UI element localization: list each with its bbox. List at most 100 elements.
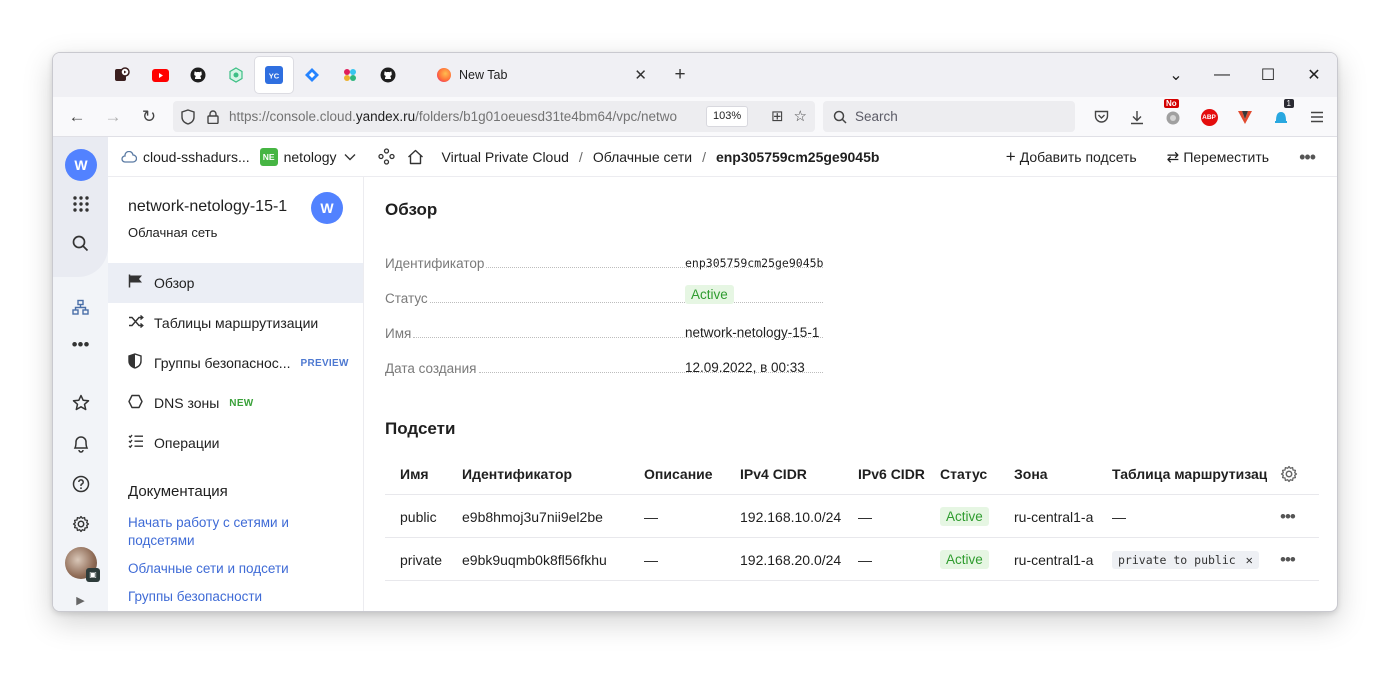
- list-all-tabs-icon[interactable]: ⌄: [1153, 65, 1199, 85]
- menu-icon[interactable]: [1299, 105, 1335, 129]
- yandex-cloud-console: W ••• ▣ ▶ cloud-sshadurs... NE netology …: [53, 137, 1337, 611]
- settings-gear-icon[interactable]: [53, 515, 108, 538]
- row-actions-icon[interactable]: •••: [1280, 495, 1296, 538]
- search-icon[interactable]: [53, 235, 108, 257]
- column-header[interactable]: Имя: [400, 452, 429, 495]
- count-badge: 1: [1283, 99, 1294, 108]
- tracking-protection-icon[interactable]: [181, 108, 195, 125]
- left-rail: W ••• ▣ ▶: [53, 137, 108, 611]
- pocket-icon[interactable]: [1083, 105, 1119, 129]
- column-header[interactable]: Статус: [940, 452, 987, 495]
- add-subnet-label: Добавить подсеть: [1019, 149, 1137, 165]
- more-actions-icon[interactable]: •••: [1299, 147, 1316, 168]
- forward-icon[interactable]: →: [95, 107, 131, 127]
- home-icon[interactable]: [407, 149, 424, 165]
- sidebar-item-overview[interactable]: Обзор: [108, 263, 363, 303]
- downloads-icon[interactable]: [1119, 105, 1155, 129]
- firefox-icon: [437, 68, 451, 82]
- pinned-tab-yandex-cloud[interactable]: YC: [255, 57, 293, 93]
- more-services-icon[interactable]: •••: [53, 335, 108, 355]
- pinned-tab-slack[interactable]: [331, 57, 369, 93]
- no-script-extension-icon[interactable]: No: [1155, 99, 1191, 129]
- vpc-network-icon[interactable]: [53, 299, 108, 321]
- pinned-tab-github[interactable]: [179, 57, 217, 93]
- folder-badge: NE: [259, 147, 278, 166]
- sidebar-item-label: Операции: [154, 435, 220, 451]
- bookmark-star-icon[interactable]: ☆: [794, 107, 807, 125]
- tab-new-tab[interactable]: New Tab ✕: [427, 57, 657, 93]
- breadcrumb-networks[interactable]: Облачные сети: [593, 149, 692, 165]
- sidebar-item-label: Группы безопаснос...: [154, 355, 291, 371]
- move-button[interactable]: ⇄ Переместить: [1167, 148, 1269, 166]
- help-icon[interactable]: [53, 475, 108, 498]
- doc-link-security-groups[interactable]: Группы безопасности: [128, 588, 338, 606]
- pinned-tab-github-2[interactable]: [369, 57, 407, 93]
- zoom-level-badge[interactable]: 103%: [706, 106, 749, 127]
- remove-route-table-icon[interactable]: ✕: [1246, 553, 1253, 567]
- maximize-icon[interactable]: ☐: [1245, 65, 1291, 85]
- column-header[interactable]: Зона: [1014, 452, 1048, 495]
- extension-icon: [229, 67, 243, 83]
- column-header[interactable]: IPv4 CIDR: [740, 452, 807, 495]
- table-row[interactable]: public e9b8hmoj3u7nii9el2be — 192.168.10…: [385, 495, 1319, 538]
- move-label: Переместить: [1183, 149, 1270, 165]
- network-id-value: enp305759cm25ge9045b: [685, 256, 824, 270]
- status-badge: Active: [685, 285, 734, 304]
- column-header[interactable]: Идентификатор: [462, 452, 572, 495]
- reload-icon[interactable]: ↻: [131, 107, 167, 127]
- lock-icon[interactable]: [207, 109, 219, 124]
- cloud-selector[interactable]: cloud-sshadurs...: [143, 149, 250, 165]
- table-row[interactable]: private e9bk9uqmb0k8fl56fkhu — 192.168.2…: [385, 538, 1319, 581]
- minimize-icon[interactable]: —: [1199, 66, 1245, 84]
- services-grid-icon[interactable]: [53, 195, 108, 218]
- subnet-route-table: —: [1112, 508, 1126, 525]
- table-header: Имя Идентификатор Описание IPv4 CIDR IPv…: [385, 452, 1319, 495]
- favorites-star-icon[interactable]: [53, 394, 108, 417]
- search-input[interactable]: Search: [823, 101, 1075, 132]
- column-settings-gear-icon[interactable]: [1280, 452, 1298, 495]
- notifications-bell-icon[interactable]: [53, 435, 108, 458]
- column-header[interactable]: Таблица маршрутизаци: [1112, 452, 1267, 495]
- doc-link-networks-subnets[interactable]: Облачные сети и подсети: [128, 560, 338, 578]
- sidebar-item-security-groups[interactable]: Группы безопаснос... PREVIEW: [108, 343, 363, 383]
- yandex-cloud-logo-icon[interactable]: W: [65, 149, 97, 181]
- search-placeholder: Search: [855, 109, 898, 124]
- new-tab-button[interactable]: +: [665, 64, 695, 86]
- shuffle-icon: [128, 314, 154, 332]
- adblock-plus-icon[interactable]: ABP: [1191, 105, 1227, 129]
- sidebar-item-route-tables[interactable]: Таблицы маршрутизации: [108, 303, 363, 343]
- column-header[interactable]: Описание: [644, 452, 713, 495]
- url-domain: yandex.ru: [355, 109, 416, 124]
- row-actions-icon[interactable]: •••: [1280, 538, 1296, 581]
- back-icon[interactable]: ←: [59, 107, 95, 127]
- user-avatar[interactable]: ▣: [65, 547, 100, 582]
- field-key: Дата создания: [385, 360, 477, 376]
- column-header[interactable]: IPv6 CIDR: [858, 452, 925, 495]
- doc-link-getting-started[interactable]: Начать работу с сетями и подсетями: [128, 514, 338, 550]
- tab-close-icon[interactable]: ✕: [634, 66, 647, 84]
- breadcrumb-current-network: enp305759cm25ge9045b: [715, 148, 880, 165]
- pinned-tab-youtube[interactable]: [141, 57, 179, 93]
- url-bar[interactable]: https://console.cloud. yandex.ru/folders/…: [173, 101, 815, 132]
- reader-view-icon[interactable]: ⊞: [771, 107, 784, 125]
- add-subnet-button[interactable]: + Добавить подсеть: [1006, 147, 1137, 167]
- folder-selector[interactable]: netology: [284, 149, 337, 165]
- chevron-down-icon[interactable]: [344, 153, 356, 161]
- route-table-tag[interactable]: private to public ✕: [1112, 550, 1259, 569]
- window-close-icon[interactable]: ✕: [1291, 65, 1337, 85]
- main-content: Обзор Идентификатор enp305759cm25ge9045b…: [364, 177, 1337, 611]
- pinned-tab-jira[interactable]: [293, 57, 331, 93]
- sidebar-item-operations[interactable]: Операции: [108, 423, 363, 463]
- documentation-heading: Документация: [128, 483, 228, 500]
- vivaldi-extension-icon[interactable]: [1227, 105, 1263, 129]
- field-key: Идентификатор: [385, 255, 485, 271]
- breadcrumb-vpc[interactable]: Virtual Private Cloud: [442, 149, 569, 165]
- sidebar-item-dns-zones[interactable]: DNS зоны NEW: [108, 383, 363, 423]
- notification-extension-icon[interactable]: 1: [1263, 99, 1299, 129]
- tab-title: New Tab: [459, 68, 508, 82]
- service-hub-icon[interactable]: [377, 148, 395, 165]
- pinned-tab-extension[interactable]: [217, 57, 255, 93]
- list-icon: [128, 434, 154, 452]
- pinned-tab-media[interactable]: [103, 57, 141, 93]
- expand-rail-icon[interactable]: ▶: [53, 594, 108, 607]
